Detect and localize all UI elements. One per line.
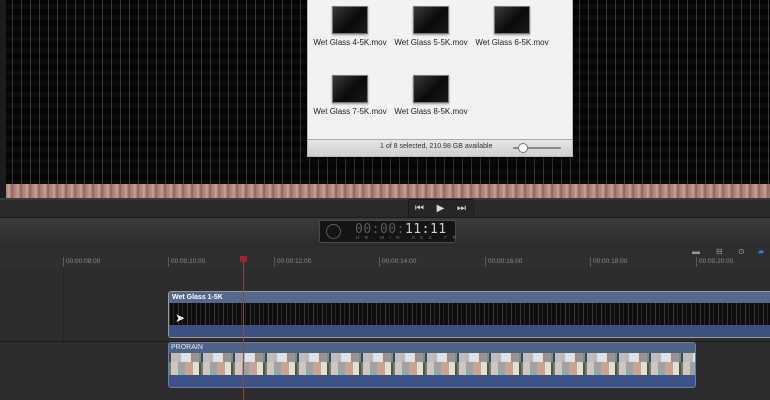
- ruler-label: 00:00:08:00: [66, 258, 101, 265]
- skip-back-icon[interactable]: ⏮: [409, 200, 430, 218]
- slider-knob[interactable]: [518, 143, 528, 153]
- skimming-icon[interactable]: ▰: [758, 247, 770, 256]
- ruler-tick: [379, 257, 380, 267]
- ruler-tick: [274, 257, 275, 267]
- file-name: Wet Glass 5-5K.mov: [394, 38, 468, 47]
- timeline-tools: ▬ ⊟ ⊙ ▰: [0, 247, 770, 257]
- play-icon[interactable]: ▶: [430, 200, 451, 218]
- file-name: Wet Glass 7-5K.mov: [313, 107, 387, 116]
- ruler-tick: [168, 257, 169, 267]
- file-item[interactable]: Wet Glass 6-5K.mov: [472, 6, 552, 48]
- timecode-units: HR MIN SEC FR: [356, 235, 462, 240]
- movie-thumbnail-icon: [332, 6, 368, 34]
- activity-indicator-icon: [326, 224, 341, 239]
- ruler-label: 00:00:12:00: [277, 258, 312, 265]
- file-name: Wet Glass 6-5K.mov: [475, 38, 549, 47]
- movie-thumbnail-icon: [413, 75, 449, 103]
- clip-filmstrip: [169, 303, 770, 325]
- clip-title: PRORAIN: [169, 343, 695, 353]
- skip-forward-icon[interactable]: ⏭: [451, 200, 472, 218]
- clip-audio: [169, 375, 695, 387]
- timeline-gridline: [63, 267, 64, 342]
- ruler-label: 00:00:16:00: [488, 258, 523, 265]
- file-name: Wet Glass 8-5K.mov: [394, 107, 468, 116]
- viewer: Wet Glass 4-5K.mov Wet Glass 5-5K.mov We…: [0, 0, 770, 200]
- finder-status-bar: 1 of 8 selected, 210.98 GB available: [308, 139, 572, 156]
- transport-controls: ⏮ ▶ ⏭: [408, 199, 474, 219]
- mouse-pointer-icon: ➤: [175, 311, 186, 325]
- snapping-icon[interactable]: ⊙: [738, 247, 748, 256]
- playhead-line[interactable]: [243, 262, 244, 400]
- status-text: 1 of 8 selected, 210.98 GB available: [380, 143, 493, 150]
- ruler-tick: [63, 257, 64, 267]
- audio-waveform-icon[interactable]: ▬: [692, 247, 706, 256]
- file-item[interactable]: Wet Glass 8-5K.mov: [391, 75, 471, 117]
- movie-thumbnail-icon: [332, 75, 368, 103]
- ruler-label: 00:00:20:00: [699, 258, 734, 265]
- file-item[interactable]: Wet Glass 5-5K.mov: [391, 6, 471, 48]
- ruler-tick: [590, 257, 591, 267]
- ruler-label: 00:00:10:00: [171, 258, 206, 265]
- primary-clip[interactable]: Wet Glass 1-5K: [168, 291, 770, 338]
- viewer-edge: [0, 0, 6, 198]
- ground-strip: [6, 184, 770, 198]
- file-item[interactable]: Wet Glass 4-5K.mov: [310, 6, 390, 48]
- ruler-tick: [696, 257, 697, 267]
- ruler-tick: [485, 257, 486, 267]
- ruler-label: 00:00:14:00: [382, 258, 417, 265]
- clip-title: Wet Glass 1-5K: [169, 292, 770, 303]
- dashboard-timecode[interactable]: 00:00:11:11 HR MIN SEC FR: [319, 220, 456, 243]
- ruler-label: 00:00:18:00: [593, 258, 628, 265]
- clip-audio: [169, 325, 770, 337]
- movie-thumbnail-icon: [494, 6, 530, 34]
- file-item[interactable]: Wet Glass 7-5K.mov: [310, 75, 390, 117]
- clip-filmstrip-sky: [169, 353, 695, 362]
- clip-appearance-icon[interactable]: ⊟: [716, 247, 726, 256]
- finder-window: Wet Glass 4-5K.mov Wet Glass 5-5K.mov We…: [307, 0, 573, 157]
- file-name: Wet Glass 4-5K.mov: [313, 38, 387, 47]
- movie-thumbnail-icon: [413, 6, 449, 34]
- connected-clip[interactable]: PRORAIN: [168, 342, 696, 388]
